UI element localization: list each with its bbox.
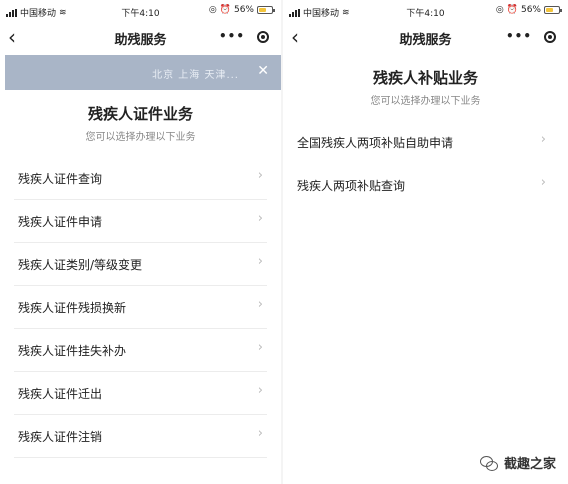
- list-item-label: 残疾人证类别/等级变更: [18, 258, 143, 272]
- watermark: 截趣之家: [479, 453, 556, 472]
- alarm-icon: ⏰: [506, 5, 518, 15]
- chevron-right-icon: ›: [257, 211, 263, 226]
- service-list: 全国残疾人两项补贴自助申请 › 残疾人两项补贴查询 ›: [293, 121, 550, 207]
- chevron-right-icon: ›: [540, 132, 546, 147]
- chevron-right-icon: ›: [257, 168, 263, 183]
- section-subtitle: 您可以选择办理以下业务: [370, 96, 481, 107]
- section-title: 残疾人证件业务: [87, 105, 193, 123]
- list-item-label: 残疾人证件残损换新: [18, 301, 127, 315]
- list-item-label: 全国残疾人两项补贴自助申请: [297, 136, 454, 150]
- list-item[interactable]: 残疾人证类别/等级变更 ›: [14, 243, 267, 286]
- city-banner[interactable]: 北京 上海 天津... ✕: [5, 55, 281, 90]
- list-item-label: 残疾人证件注销: [18, 430, 103, 444]
- list-item-label: 残疾人两项补贴查询: [297, 179, 406, 193]
- list-item-label: 残疾人证件查询: [18, 172, 103, 186]
- chevron-right-icon: ›: [257, 426, 263, 441]
- nav-bar: ‹ 助残服务 •••: [283, 24, 568, 52]
- right-phone-screen: 中国移动 ≋ 下午4:10 ◎ ⏰ 56% ‹ 助残服务 ••• 残疾人补贴业务…: [283, 0, 568, 484]
- chevron-right-icon: ›: [257, 340, 263, 355]
- close-icon[interactable]: ✕: [257, 63, 269, 79]
- status-bar: 中国移动 ≋ 下午4:10 ◎ ⏰ 56%: [283, 0, 568, 22]
- list-item-label: 残疾人证件挂失补办: [18, 344, 127, 358]
- wechat-logo-icon: [479, 455, 498, 471]
- chevron-right-icon: ›: [257, 297, 263, 312]
- section-title: 残疾人补贴业务: [372, 69, 478, 87]
- banner-cities: 北京 上海 天津...: [152, 70, 239, 81]
- chevron-right-icon: ›: [257, 383, 263, 398]
- list-item[interactable]: 残疾人两项补贴查询 ›: [293, 164, 550, 207]
- watermark-text: 截趣之家: [503, 457, 556, 472]
- battery-percent: 56%: [233, 5, 254, 15]
- battery-icon: [544, 6, 562, 14]
- alarm-icon: ⏰: [219, 5, 231, 15]
- location-icon: ◎: [495, 5, 504, 15]
- close-miniprogram-icon[interactable]: [257, 31, 269, 43]
- list-item[interactable]: 残疾人证件注销 ›: [14, 415, 267, 458]
- list-item-label: 残疾人证件申请: [18, 215, 103, 229]
- service-list: 残疾人证件查询 › 残疾人证件申请 › 残疾人证类别/等级变更 › 残疾人证件残损换新…: [14, 157, 267, 458]
- list-item[interactable]: 残疾人证件查询 ›: [14, 157, 267, 200]
- nav-bar: ‹ 助残服务 •••: [0, 24, 281, 52]
- list-item[interactable]: 残疾人证件迁出 ›: [14, 372, 267, 415]
- battery-percent: 56%: [520, 5, 541, 15]
- list-item[interactable]: 残疾人证件残损换新 ›: [14, 286, 267, 329]
- list-item-label: 残疾人证件迁出: [18, 387, 103, 401]
- left-phone-screen: 中国移动 ≋ 下午4:10 ◎ ⏰ 56% ‹ 助残服务 ••• 北京 上海 天…: [0, 0, 281, 484]
- chevron-right-icon: ›: [540, 175, 546, 190]
- list-item[interactable]: 残疾人证件挂失补办 ›: [14, 329, 267, 372]
- list-item[interactable]: 全国残疾人两项补贴自助申请 ›: [293, 121, 550, 164]
- more-dots-icon[interactable]: •••: [506, 29, 532, 43]
- chevron-right-icon: ›: [257, 254, 263, 269]
- more-dots-icon[interactable]: •••: [219, 29, 245, 43]
- status-bar: 中国移动 ≋ 下午4:10 ◎ ⏰ 56%: [0, 0, 281, 22]
- battery-icon: [257, 6, 275, 14]
- location-icon: ◎: [208, 5, 217, 15]
- close-miniprogram-icon[interactable]: [544, 31, 556, 43]
- section-subtitle: 您可以选择办理以下业务: [85, 132, 196, 143]
- list-item[interactable]: 残疾人证件申请 ›: [14, 200, 267, 243]
